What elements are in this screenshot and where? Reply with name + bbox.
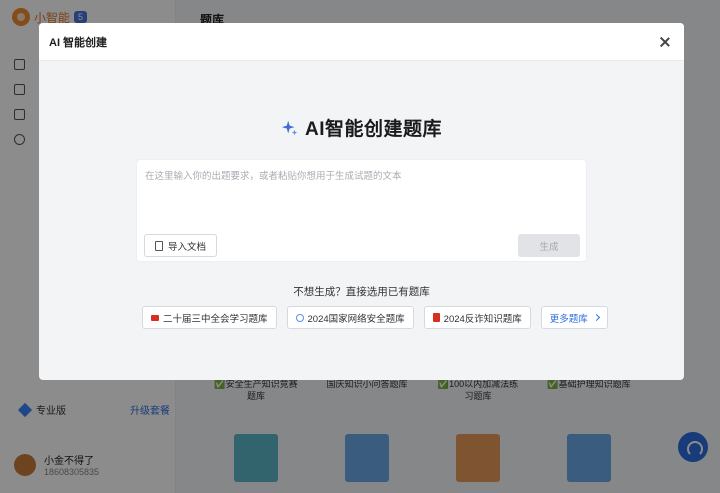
import-document-button[interactable]: 导入文档 xyxy=(144,234,218,257)
bank-chip-cybersecurity[interactable]: 2024国家网络安全题库 xyxy=(286,306,414,329)
sparkle-icon xyxy=(281,120,298,135)
prompt-input[interactable] xyxy=(137,160,586,226)
chip-label: 2024反诈知识题库 xyxy=(443,313,522,325)
existing-bank-prompt: 不想生成？直接选用已有题库 xyxy=(293,286,430,298)
bank-chip-plenum[interactable]: 二十届三中全会学习题库 xyxy=(142,306,277,329)
globe-icon xyxy=(295,313,304,322)
chip-label: 二十届三中全会学习题库 xyxy=(163,313,268,325)
flag-icon xyxy=(151,314,159,321)
more-label: 更多题库 xyxy=(549,313,588,325)
ai-create-modal: AI 智能创建 AI智能创建题库 导入文档 生成 不想生成？直接选用已有题库 二… xyxy=(39,23,684,380)
bank-chip-antifraud[interactable]: 2024反诈知识题库 xyxy=(423,306,531,329)
hero-title: AI智能创建题库 xyxy=(304,119,442,140)
hero: AI智能创建题库 xyxy=(39,114,684,141)
suggested-banks: 二十届三中全会学习题库 2024国家网络安全题库 2024反诈知识题库 更多题库 xyxy=(142,306,608,329)
modal-header: AI 智能创建 xyxy=(39,23,684,61)
chip-label: 2024国家网络安全题库 xyxy=(307,313,405,325)
import-label: 导入文档 xyxy=(168,241,207,253)
chevron-right-icon xyxy=(592,313,600,322)
more-banks-button[interactable]: 更多题库 xyxy=(540,306,608,329)
generate-button[interactable]: 生成 xyxy=(518,234,580,257)
document-icon xyxy=(155,240,163,251)
book-icon xyxy=(432,313,440,322)
close-icon[interactable] xyxy=(658,35,672,49)
modal-title: AI 智能创建 xyxy=(49,36,108,49)
prompt-editor: 导入文档 生成 xyxy=(136,159,587,262)
